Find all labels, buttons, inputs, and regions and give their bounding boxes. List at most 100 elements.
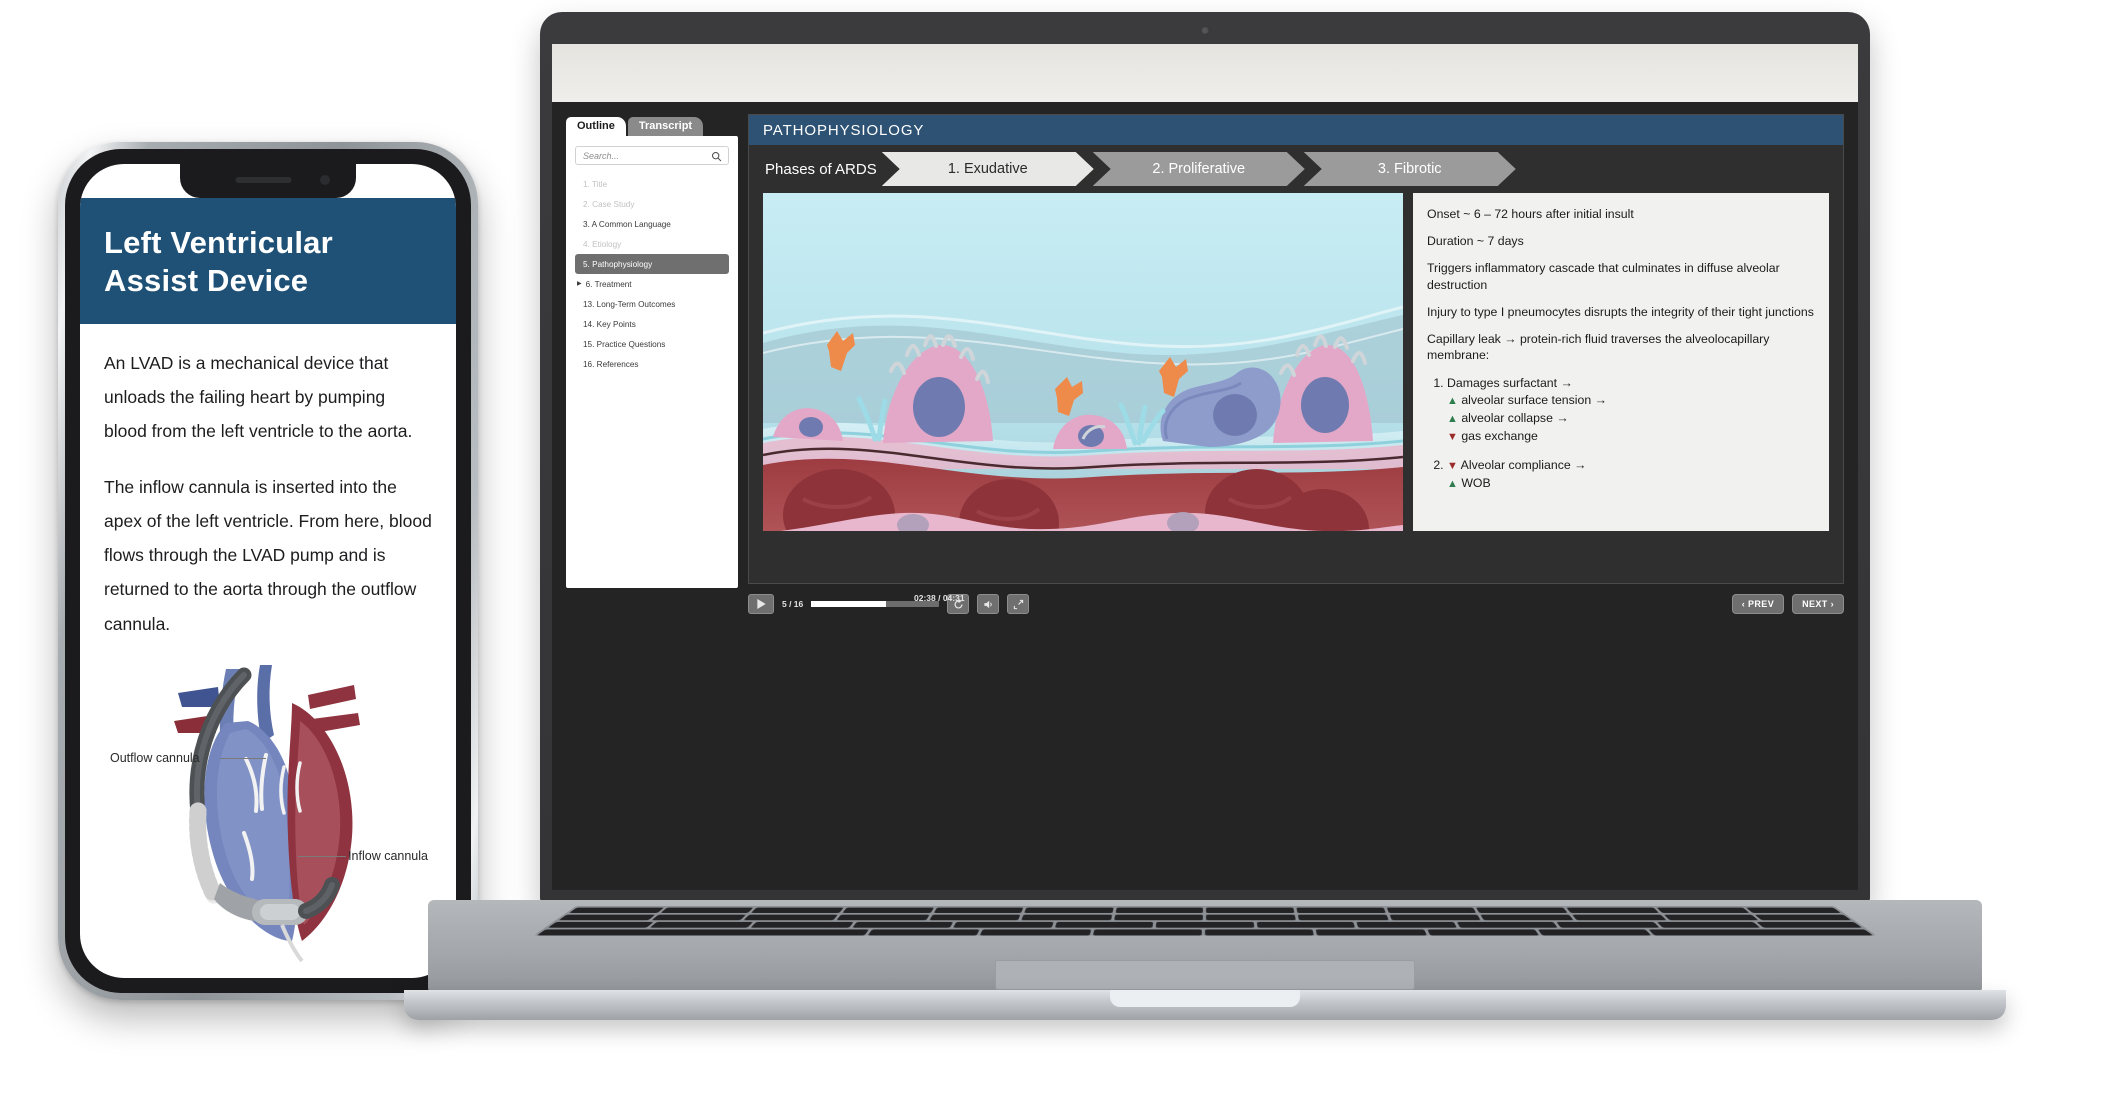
arrow-up-icon: ▲ — [1447, 395, 1458, 408]
phase-breadcrumb: Phases of ARDS 1. Exudative 2. Prolifera… — [749, 145, 1843, 193]
search-placeholder: Search... — [583, 150, 620, 161]
phase-label: 2. Proliferative — [1152, 161, 1246, 177]
phase-chevron-proliferative[interactable]: 2. Proliferative — [1093, 152, 1305, 186]
key — [867, 929, 980, 936]
slide-stage: PATHOPHYSIOLOGY Phases of ARDS 1. Exudat… — [748, 114, 1844, 584]
key — [1456, 921, 1558, 928]
slide-text-injury: Injury to type I pneumocytes disrupts th… — [1427, 304, 1814, 319]
inflow-cannula-label: Inflow cannula — [348, 848, 428, 863]
outline-item-2[interactable]: 2. Case Study — [575, 194, 729, 214]
key — [1480, 914, 1574, 921]
tab-transcript[interactable]: Transcript — [627, 117, 704, 136]
outline-list: 1. Title 2. Case Study 3. A Common Langu… — [575, 174, 729, 374]
slide-counter: 5 / 16 — [782, 599, 804, 609]
key — [558, 914, 655, 921]
key — [743, 914, 838, 921]
keyboard-row — [547, 921, 1862, 928]
key — [568, 907, 664, 913]
outline-item-label: 1. Title — [583, 179, 608, 189]
arrow-down-icon: ▼ — [1447, 460, 1458, 473]
key — [1024, 907, 1114, 913]
outline-item-label: 5. Pathophysiology — [583, 259, 653, 269]
outline-item-13[interactable]: 13. Long-Term Outcomes — [575, 294, 729, 314]
slide-consequence-list: Damages surfactant → ▲ alveolar surface … — [1447, 375, 1815, 494]
alveolar-membrane-illustration — [763, 193, 1403, 531]
earpiece-speaker — [235, 177, 292, 183]
slide-text-triggers: Triggers inflammatory cascade that culmi… — [1427, 261, 1780, 292]
keyboard-row — [536, 929, 1874, 936]
heart-diagram-svg — [174, 664, 360, 962]
key — [1206, 914, 1296, 921]
list-line-text: Alveolar compliance → — [1460, 458, 1587, 473]
slide-text-duration: Duration ~ 7 days — [1427, 234, 1524, 249]
tab-outline[interactable]: Outline — [566, 117, 626, 136]
phone-paragraph-2: The inflow cannula is inserted into the … — [104, 477, 432, 634]
key — [1556, 921, 1660, 928]
tab-transcript-label: Transcript — [638, 120, 693, 132]
key — [1256, 921, 1356, 928]
keyboard-row — [558, 914, 1852, 921]
search-input[interactable]: Search... — [575, 146, 729, 165]
phase-chevron-fibrotic[interactable]: 3. Fibrotic — [1304, 152, 1516, 186]
key — [536, 929, 869, 936]
volume-button[interactable] — [977, 594, 1000, 614]
laptop-lid: Outline Transcript Search... 1. Title 2.… — [540, 12, 1870, 904]
chevron-right-icon[interactable]: ▶ — [577, 281, 582, 288]
key — [1386, 907, 1477, 913]
key — [1537, 929, 1652, 936]
outline-item-6-treatment[interactable]: ▶ 6. Treatment — [575, 274, 729, 294]
course-player: Outline Transcript Search... 1. Title 2.… — [552, 102, 1858, 890]
outline-item-16[interactable]: 16. References — [575, 354, 729, 374]
play-icon — [756, 599, 766, 609]
slide-text-onset: Onset ~ 6 – 72 hours after initial insul… — [1427, 207, 1634, 221]
outline-item-15[interactable]: 15. Practice Questions — [575, 334, 729, 354]
list-line-text: alveolar collapse → — [1461, 411, 1569, 426]
time-display: 02:38 / 04:31 — [914, 593, 965, 603]
progress-fill — [811, 601, 886, 607]
slide-body: Onset ~ 6 – 72 hours after initial insul… — [749, 193, 1843, 545]
phone-notch — [180, 164, 356, 198]
fullscreen-button[interactable] — [1007, 594, 1030, 614]
outline-item-5-pathophysiology[interactable]: 5. Pathophysiology — [575, 254, 729, 275]
outline-body: Search... 1. Title 2. Case Study 3. A Co… — [566, 136, 738, 588]
phone-article-header: Left Ventricular Assist Device — [80, 198, 456, 324]
key — [1656, 921, 1761, 928]
phone-paragraph-1: An LVAD is a mechanical device that unlo… — [104, 352, 413, 441]
list-item: ▼ Alveolar compliance → ▲ WOB — [1447, 457, 1815, 493]
trackpad[interactable] — [995, 960, 1415, 990]
laptop-screen: Outline Transcript Search... 1. Title 2.… — [552, 44, 1858, 890]
key — [842, 907, 934, 913]
outline-item-14[interactable]: 14. Key Points — [575, 314, 729, 334]
key — [1356, 921, 1457, 928]
arrow-up-icon: ▲ — [1447, 478, 1458, 491]
key — [1054, 921, 1154, 928]
outline-item-label: 16. References — [583, 359, 639, 369]
inflow-leader-line — [298, 855, 346, 857]
outline-item-label: 2. Case Study — [583, 199, 635, 209]
slide-text-panel: Onset ~ 6 – 72 hours after initial insul… — [1413, 193, 1829, 531]
key — [750, 921, 854, 928]
key — [836, 914, 930, 921]
key — [649, 921, 754, 928]
browser-page: Outline Transcript Search... 1. Title 2.… — [552, 44, 1858, 890]
heart-lvad-illustration: Outflow cannula Inflow cannula — [104, 663, 432, 963]
slide-text-capillary-leak: Capillary leak → protein-rich fluid trav… — [1427, 332, 1770, 363]
phase-chevron-exudative[interactable]: 1. Exudative — [882, 152, 1094, 186]
outline-item-label: 4. Etiology — [583, 239, 622, 249]
key — [1113, 914, 1204, 921]
key — [1021, 914, 1113, 921]
key — [928, 914, 1021, 921]
list-line-text: gas exchange — [1461, 429, 1538, 444]
next-button[interactable]: NEXT › — [1792, 594, 1844, 614]
phase-label: 1. Exudative — [947, 161, 1028, 177]
prev-button[interactable]: ‹ PREV — [1731, 594, 1785, 614]
search-icon[interactable] — [711, 151, 722, 162]
play-button[interactable] — [748, 594, 774, 614]
list-line-text: alveolar surface tension → — [1461, 393, 1607, 408]
phone-body: Left Ventricular Assist Device An LVAD i… — [65, 149, 471, 993]
outline-item-3[interactable]: 3. A Common Language — [575, 214, 729, 234]
key — [933, 907, 1024, 913]
outline-item-1[interactable]: 1. Title — [575, 174, 729, 194]
outline-panel: Outline Transcript Search... 1. Title 2.… — [566, 114, 738, 890]
outline-item-4[interactable]: 4. Etiology — [575, 234, 729, 254]
